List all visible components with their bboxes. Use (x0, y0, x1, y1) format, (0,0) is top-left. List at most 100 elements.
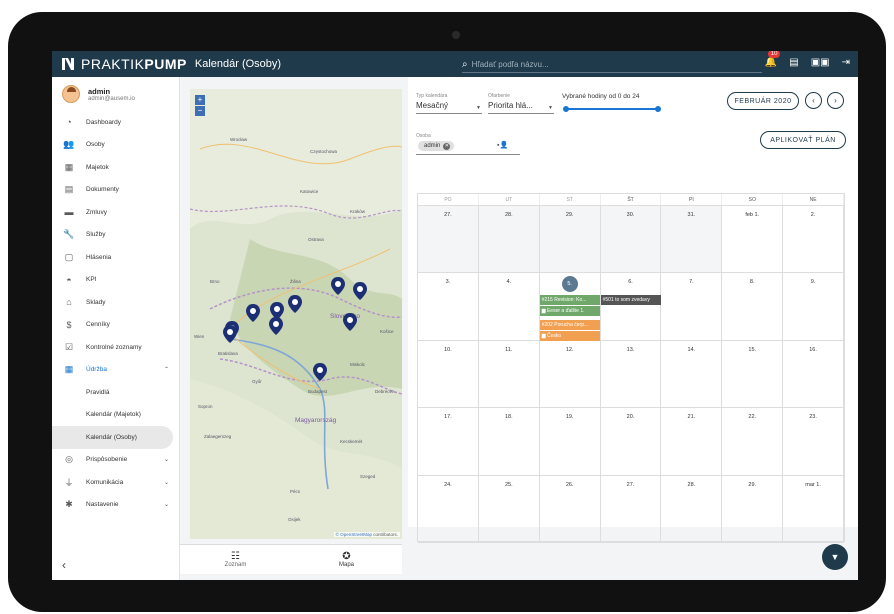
sidebar-item-osoby[interactable]: 👥 Osoby (52, 134, 179, 157)
coloring-select[interactable]: Priorita hlá... (488, 101, 533, 110)
sidebar-item-údržba[interactable]: ▦ Údržba ⌃ (52, 359, 179, 382)
sidebar-item-služby[interactable]: 🔧 Služby (52, 224, 179, 247)
calendar-day[interactable]: 4. (479, 273, 540, 340)
calendar-day[interactable]: 7. (661, 273, 723, 340)
calendar-day[interactable]: 27. (601, 475, 662, 542)
calendar-day[interactable]: 23. (783, 408, 845, 475)
calendar-day[interactable]: 30. (600, 206, 662, 273)
slider-start-handle[interactable] (563, 106, 569, 112)
sidebar-item-kalendár-osoby-[interactable]: Kalendár (Osoby) (52, 426, 173, 449)
calendar-event[interactable]: #202 Porucha čerp... (539, 320, 600, 331)
sidebar-item-kontrolné-zoznamy[interactable]: ☑ Kontrolné zoznamy (52, 336, 179, 359)
day-number: 24. (444, 481, 452, 488)
calendar-day[interactable]: 9. (783, 273, 845, 340)
calendar-day[interactable]: 31. (661, 206, 723, 273)
notifications-bell-icon[interactable]: 🔔 10 (765, 51, 781, 68)
zoom-in-button[interactable]: + (195, 95, 205, 105)
calendar-event[interactable]: #215 Revision: Ko... (539, 295, 600, 306)
tab-list[interactable]: ☷ Zoznam (180, 545, 291, 574)
calendar-type-select[interactable]: Mesačný (416, 101, 448, 110)
filter-fab-button[interactable]: ▼ (822, 544, 848, 570)
map-view[interactable]: Wrocław Kraków Ostrava Brno Žilina Slove… (190, 89, 402, 539)
calendar-day[interactable]: 3. (418, 273, 479, 340)
prev-month-button[interactable]: ‹ (805, 92, 822, 109)
calendar-day[interactable]: 16. (783, 340, 845, 408)
calendar-day[interactable]: feb 1. (722, 206, 784, 273)
calendar-day[interactable]: 14. (661, 340, 723, 408)
calendar-day[interactable]: 17. (418, 408, 479, 475)
month-picker-button[interactable]: FEBRUÁR 2020 (727, 92, 799, 110)
sidebar-item-label: Prispôsobenie (86, 456, 128, 464)
hours-range-label: Vybrané hodiny od 0 do 24 (562, 93, 640, 100)
calendar-day[interactable]: 12. (540, 340, 601, 408)
logout-icon[interactable]: ⇥ (842, 57, 850, 68)
sidebar-item-nastavenie[interactable]: ✱ Nastavenie ⌄ (52, 494, 179, 517)
calendar-day[interactable]: 11. (479, 340, 540, 408)
search-input[interactable]: ⌕ Hľadať podľa názvu... (462, 56, 762, 73)
calendar-day[interactable]: 20. (601, 408, 662, 475)
calendar-day[interactable]: 15. (722, 340, 784, 408)
sidebar-item-komunikácia[interactable]: ⏚ Komunikácia ⌄ (52, 471, 179, 494)
sidebar-item-hlásenia[interactable]: ▢ Hlásenia (52, 246, 179, 269)
people-group-icon[interactable]: ▪👤 (497, 141, 508, 149)
tab-map[interactable]: ✪ Mapa (291, 545, 402, 574)
logo-icon (61, 57, 75, 71)
weekday-label: PO (418, 194, 479, 205)
remove-chip-icon[interactable]: ✕ (443, 142, 451, 150)
calendar-day[interactable]: 6. #501 to som zvedavy (600, 273, 662, 340)
sidebar-item-sklady[interactable]: ⌂ Sklady (52, 291, 179, 314)
calendar-day[interactable]: 29. (539, 206, 601, 273)
day-number: 10. (444, 346, 452, 353)
sidebar-item-pravidlá[interactable]: Pravidlá (52, 381, 179, 404)
calendar-day[interactable]: 8. (722, 273, 784, 340)
collapse-sidebar-icon[interactable]: ‹ (62, 558, 66, 572)
calendar-day[interactable]: 28. (661, 475, 723, 542)
user-profile[interactable]: admin admin@ausem.io (52, 77, 179, 107)
calendar-week: 17. 18. 19. 20. 21. 22. 23. (418, 408, 845, 476)
calendar-day[interactable]: 24. (418, 475, 479, 542)
day-number: 4. (506, 279, 512, 286)
chevron-down-icon: ⌄ (163, 479, 169, 486)
filter-icon: ▼ (830, 552, 840, 562)
calendar-day[interactable]: 18. (479, 408, 540, 475)
sidebar-item-kalendár-majetok-[interactable]: Kalendár (Majetok) (52, 404, 179, 427)
sidebar-item-cenníky[interactable]: $ Cenníky (52, 314, 179, 337)
day-number: 25. (504, 481, 513, 488)
calendar-event[interactable]: ▆ Eeser a ďalšie 1. (539, 306, 600, 317)
calendar-day[interactable]: 10. (418, 340, 479, 408)
calendar-day[interactable]: 2. (783, 206, 845, 273)
day-number: 22. (748, 414, 757, 421)
sidebar-item-dokumenty[interactable]: ▤ Dokumenty (52, 179, 179, 202)
document-icon[interactable]: ▤ (789, 57, 798, 68)
calendar-day[interactable]: 22. (722, 408, 784, 475)
day-number: 27. (626, 481, 635, 488)
apply-plan-button[interactable]: APLIKOVAŤ PLÁN (760, 131, 846, 149)
settings-icon: ✱ (65, 499, 73, 510)
map-view-tabs: ☷ Zoznam ✪ Mapa (180, 544, 402, 574)
person-chip[interactable]: admin ✕ (418, 141, 455, 151)
openstreetmap-link[interactable]: © OpenStreetMap (336, 532, 372, 537)
sidebar-item-prispôsobenie[interactable]: ◎ Prispôsobenie ⌄ (52, 449, 179, 472)
calendar-event[interactable]: #501 to som zvedavy (600, 295, 661, 306)
calendar-day[interactable]: 27. (418, 206, 479, 273)
sidebar-item-majetok[interactable]: ▦ Majetok (52, 156, 179, 179)
calendar-day[interactable]: 25. (479, 475, 540, 542)
calendar-day[interactable]: 26. (540, 475, 601, 542)
next-month-button[interactable]: › (827, 92, 844, 109)
day-number: 14. (687, 346, 696, 353)
calendar-day[interactable]: 21. (661, 408, 723, 475)
language-icon[interactable]: ▣▣ (811, 57, 830, 68)
slider-end-handle[interactable] (655, 106, 661, 112)
calendar-day[interactable]: 28. (478, 206, 540, 273)
calendar-day[interactable]: 5. #215 Revision: Ko... ▆ Eeser a ďalšie 1… (539, 273, 601, 342)
zoom-out-button[interactable]: − (195, 106, 205, 116)
sidebar-item-dashboardy[interactable]: ◔ Dashboardy (52, 111, 179, 134)
sidebar-item-kpi[interactable]: ◓ KPI (52, 269, 179, 292)
calendar-day[interactable]: 19. (540, 408, 601, 475)
sidebar-item-zmluvy[interactable]: ▬ Zmluvy (52, 201, 179, 224)
day-number: feb 1. (745, 212, 760, 218)
calendar-day[interactable]: 29. (722, 475, 784, 542)
calendar-day[interactable]: mar 1. (783, 475, 845, 542)
hours-range-slider[interactable] (566, 108, 658, 110)
calendar-day[interactable]: 13. (601, 340, 662, 408)
